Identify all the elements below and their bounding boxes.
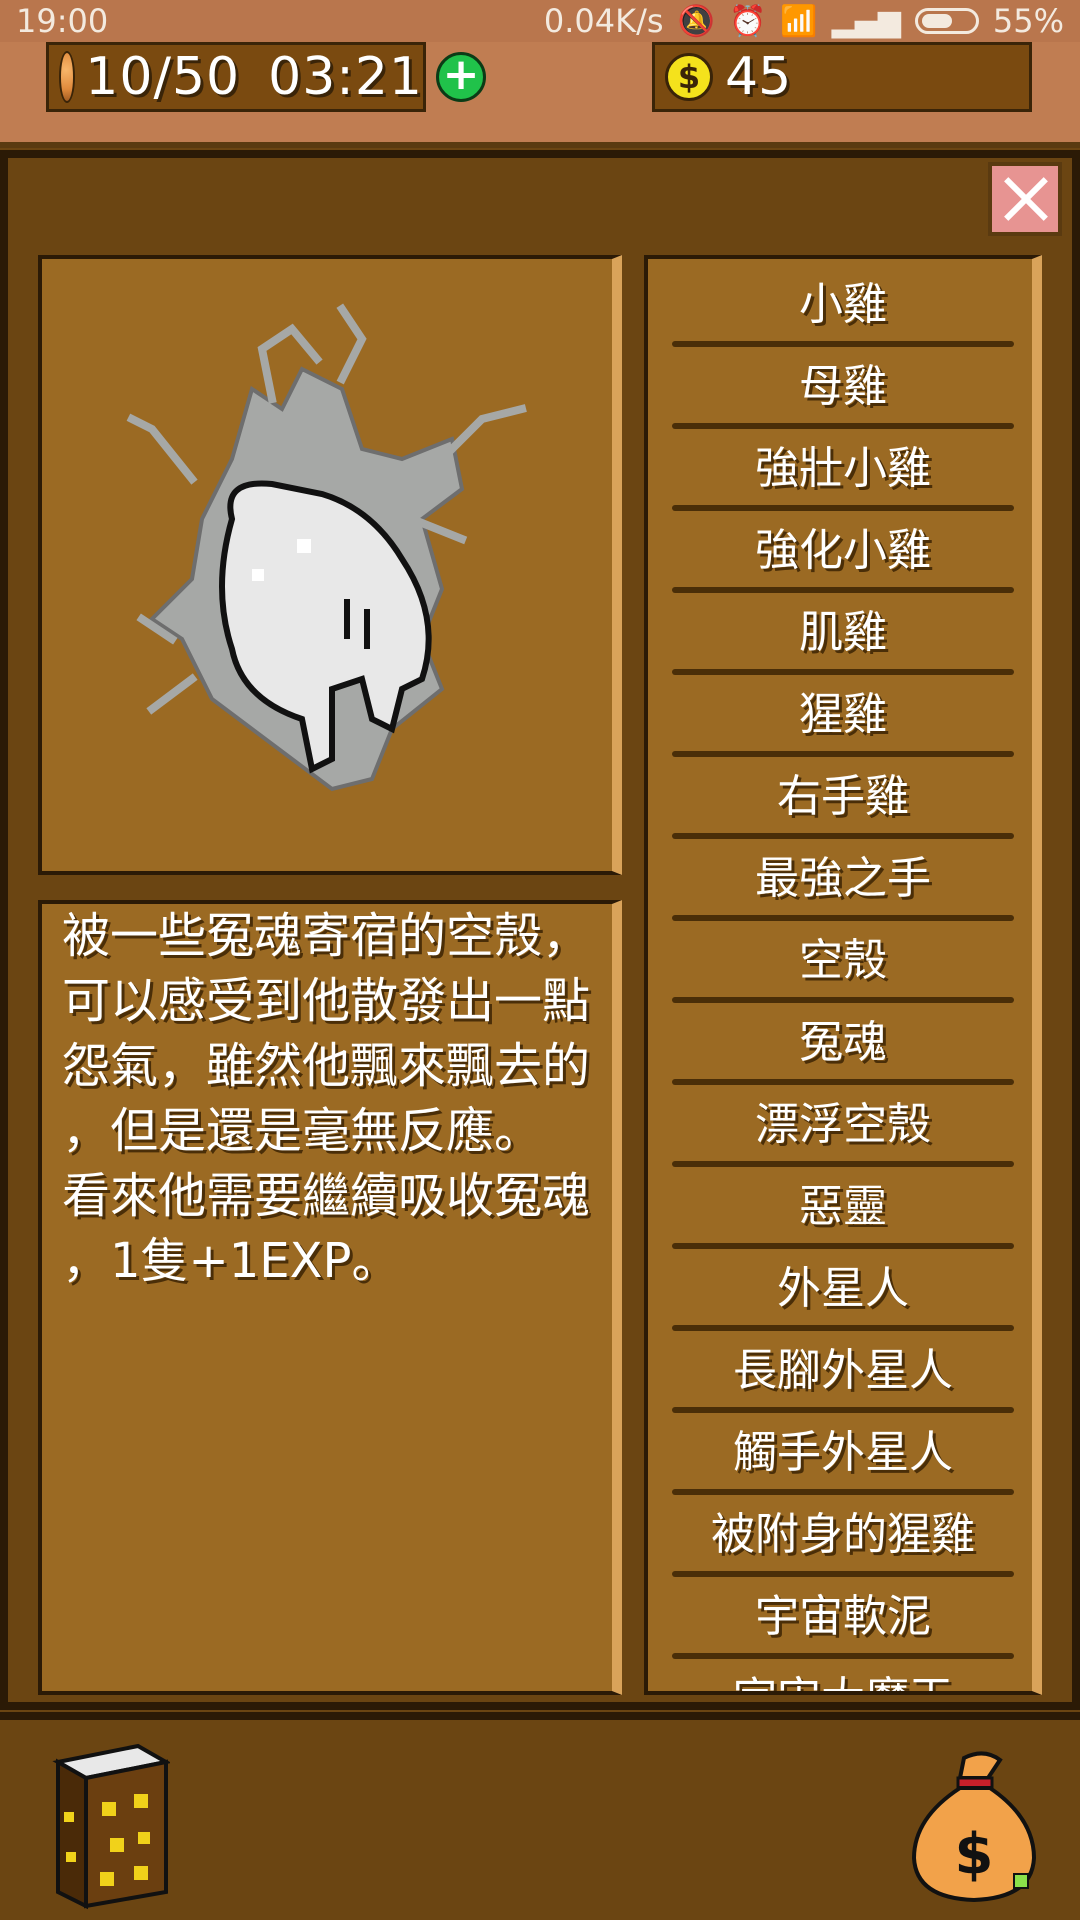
list-item[interactable]: 母雞 [672,351,1014,433]
list-item[interactable]: 強化小雞 [672,515,1014,597]
coin-icon: $ [665,53,713,101]
list-item[interactable]: 最強之手 [672,843,1014,925]
list-item[interactable]: 小雞 [672,269,1014,351]
energy-timer: 03:21 [268,47,423,107]
creature-description: 被一些冤魂寄宿的空殼， 可以感受到他散發出一點 怨氣，雖然他飄來飄去的 ，但是還… [62,908,591,1289]
list-item[interactable]: 被附身的猩雞 [672,1499,1014,1581]
list-item[interactable]: 宇宙軟泥 [672,1581,1014,1663]
network-speed: 0.04K/s [543,2,664,40]
list-item[interactable]: 長腳外星人 [672,1335,1014,1417]
money-bag-icon: $ [911,1751,1037,1903]
cookie-icon [59,51,76,103]
status-bar: 19:00 0.04K/s 🔕 ⏰ 📶 ▂▄▆ 55% [0,0,1080,42]
alarm-icon: ⏰ [728,3,767,39]
list-item[interactable]: 外星人 [672,1253,1014,1335]
list-item[interactable]: 觸手外星人 [672,1417,1014,1499]
energy-counter: 10/50 03:21 [46,42,426,112]
ghost-shell-sprite [126,303,527,792]
add-energy-button[interactable]: + [436,52,486,102]
list-item[interactable]: 宇宙大魔王 [672,1663,1014,1691]
list-item[interactable]: 惡靈 [672,1171,1014,1253]
status-time: 19:00 [16,2,109,40]
description-panel: 被一些冤魂寄宿的空殼， 可以感受到他散發出一點 怨氣，雖然他飄來飄去的 ，但是還… [38,900,622,1695]
mute-icon: 🔕 [677,3,715,39]
signal-icon: ▂▄▆ [831,3,901,39]
coin-counter: $ 45 [652,42,1032,112]
resource-bar: 10/50 03:21 + $ 45 [0,42,1080,148]
coin-value: 45 [725,47,792,107]
creature-image-panel [38,255,622,875]
list-item[interactable]: 肌雞 [672,597,1014,679]
battery-percent: 55% [992,2,1064,40]
creature-list[interactable]: 小雞 母雞 強壯小雞 強化小雞 肌雞 猩雞 右手雞 最強之手 空殼 冤魂 漂浮空… [644,255,1042,1695]
svg-text:$: $ [955,1822,994,1887]
status-icons: 0.04K/s 🔕 ⏰ 📶 ▂▄▆ 55% [544,2,1064,40]
book-icon [52,1743,172,1910]
money-bag-button[interactable]: $ [904,1748,1044,1908]
list-item[interactable]: 漂浮空殼 [672,1089,1014,1171]
list-item[interactable]: 猩雞 [672,679,1014,761]
list-item[interactable]: 右手雞 [672,761,1014,843]
list-item[interactable]: 冤魂 [672,1007,1014,1089]
close-button[interactable] [988,162,1062,236]
list-item[interactable]: 空殼 [672,925,1014,1007]
battery-icon [914,8,979,34]
list-item[interactable]: 強壯小雞 [672,433,1014,515]
encyclopedia-book-button[interactable] [38,1742,172,1910]
wifi-icon: 📶 [780,3,818,39]
energy-value: 10/50 [85,47,241,107]
